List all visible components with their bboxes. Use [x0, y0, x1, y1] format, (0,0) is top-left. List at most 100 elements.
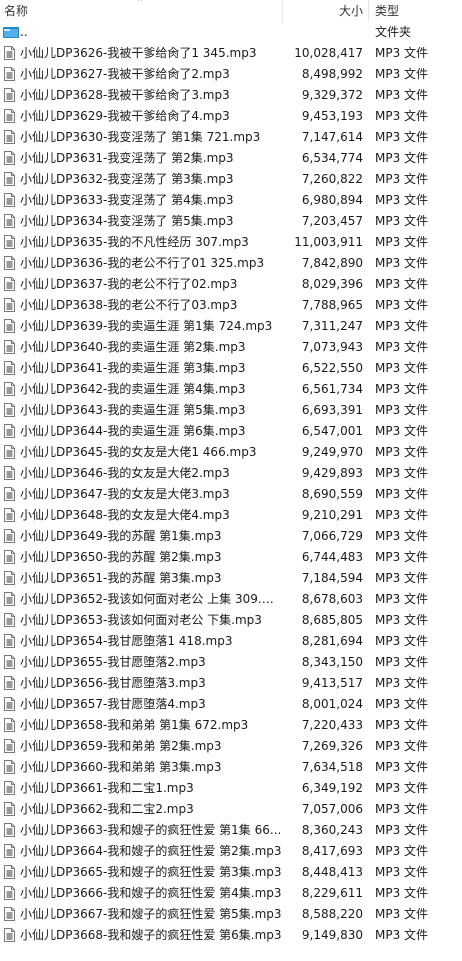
file-type: MP3 文件 — [375, 298, 429, 312]
mp3-file-icon — [4, 424, 15, 438]
file-type: MP3 文件 — [375, 109, 429, 123]
file-size: 8,029,396 — [301, 277, 363, 291]
file-row[interactable]: 小仙儿DP3628-我被干爹给肏了3.mp3 9,329,372 MP3 文件 — [0, 85, 462, 106]
file-row[interactable]: 小仙儿DP3634-我变淫荡了 第5集.mp3 7,203,457 MP3 文件 — [0, 211, 462, 232]
file-row[interactable]: 小仙儿DP3640-我的卖逼生涯 第2集.mp3 7,073,943 MP3 文… — [0, 337, 462, 358]
file-type: MP3 文件 — [375, 865, 429, 879]
mp3-file-icon — [4, 445, 15, 459]
file-row[interactable]: 小仙儿DP3641-我的卖逼生涯 第3集.mp3 6,522,550 MP3 文… — [0, 358, 462, 379]
file-name: 小仙儿DP3659-我和弟弟 第2集.mp3 — [20, 739, 222, 753]
column-divider[interactable] — [368, 0, 369, 22]
file-size: 9,429,893 — [301, 466, 363, 480]
file-name: 小仙儿DP3658-我和弟弟 第1集 672.mp3 — [20, 718, 249, 732]
file-size: 7,788,965 — [301, 298, 363, 312]
mp3-file-icon — [4, 739, 15, 753]
mp3-file-icon — [4, 886, 15, 900]
file-row[interactable]: 小仙儿DP3639-我的卖逼生涯 第1集 724.mp3 7,311,247 M… — [0, 316, 462, 337]
mp3-file-icon — [4, 550, 15, 564]
file-row[interactable]: 小仙儿DP3650-我的苏醒 第2集.mp3 6,744,483 MP3 文件 — [0, 547, 462, 568]
file-row[interactable]: 小仙儿DP3642-我的卖逼生涯 第4集.mp3 6,561,734 MP3 文… — [0, 379, 462, 400]
file-row[interactable]: 小仙儿DP3646-我的女友是大佬2.mp3 9,429,893 MP3 文件 — [0, 463, 462, 484]
file-row[interactable]: 小仙儿DP3644-我的卖逼生涯 第6集.mp3 6,547,001 MP3 文… — [0, 421, 462, 442]
file-name: 小仙儿DP3635-我的不凡性经历 307.mp3 — [20, 235, 249, 249]
mp3-file-icon — [4, 487, 15, 501]
file-row[interactable]: 小仙儿DP3656-我甘愿堕落3.mp3 9,413,517 MP3 文件 — [0, 673, 462, 694]
file-size: 6,561,734 — [301, 382, 363, 396]
file-row[interactable]: 小仙儿DP3657-我甘愿堕落4.mp3 8,001,024 MP3 文件 — [0, 694, 462, 715]
file-row[interactable]: 小仙儿DP3626-我被干爹给肏了1 345.mp3 10,028,417 MP… — [0, 43, 462, 64]
column-header-size[interactable]: 大小 — [285, 0, 363, 22]
file-row[interactable]: 小仙儿DP3666-我和嫂子的疯狂性爱 第4集.mp3 8,229,611 MP… — [0, 883, 462, 904]
file-row[interactable]: 小仙儿DP3668-我和嫂子的疯狂性爱 第6集.mp3 9,149,830 MP… — [0, 925, 462, 946]
mp3-file-icon — [4, 67, 15, 81]
file-type: MP3 文件 — [375, 382, 429, 396]
file-type: MP3 文件 — [375, 130, 429, 144]
file-name: 小仙儿DP3660-我和弟弟 第3集.mp3 — [20, 760, 222, 774]
file-row[interactable]: 小仙儿DP3632-我变淫荡了 第3集.mp3 7,260,822 MP3 文件 — [0, 169, 462, 190]
column-divider[interactable] — [282, 0, 283, 22]
parent-folder-row[interactable]: .. 文件夹 — [0, 22, 462, 43]
file-row[interactable]: 小仙儿DP3631-我变淫荡了 第2集.mp3 6,534,774 MP3 文件 — [0, 148, 462, 169]
file-type: MP3 文件 — [375, 928, 429, 942]
file-size: 7,203,457 — [301, 214, 363, 228]
mp3-file-icon — [4, 802, 15, 816]
mp3-file-icon — [4, 361, 15, 375]
file-row[interactable]: 小仙儿DP3654-我甘愿堕落1 418.mp3 8,281,694 MP3 文… — [0, 631, 462, 652]
file-row[interactable]: 小仙儿DP3627-我被干爹给肏了2.mp3 8,498,992 MP3 文件 — [0, 64, 462, 85]
file-row[interactable]: 小仙儿DP3665-我和嫂子的疯狂性爱 第3集.mp3 8,448,413 MP… — [0, 862, 462, 883]
file-row[interactable]: 小仙儿DP3638-我的老公不行了03.mp3 7,788,965 MP3 文件 — [0, 295, 462, 316]
mp3-file-icon — [4, 319, 15, 333]
file-name: 小仙儿DP3641-我的卖逼生涯 第3集.mp3 — [20, 361, 246, 375]
file-name: 小仙儿DP3645-我的女友是大佬1 466.mp3 — [20, 445, 257, 459]
file-row[interactable]: 小仙儿DP3664-我和嫂子的疯狂性爱 第2集.mp3 8,417,693 MP… — [0, 841, 462, 862]
file-size: 7,057,006 — [301, 802, 363, 816]
column-header-type[interactable]: 类型 — [375, 0, 399, 22]
file-type: MP3 文件 — [375, 508, 429, 522]
file-row[interactable]: 小仙儿DP3661-我和二宝1.mp3 6,349,192 MP3 文件 — [0, 778, 462, 799]
mp3-file-icon — [4, 340, 15, 354]
file-row[interactable]: 小仙儿DP3629-我被干爹给肏了4.mp3 9,453,193 MP3 文件 — [0, 106, 462, 127]
file-row[interactable]: 小仙儿DP3659-我和弟弟 第2集.mp3 7,269,326 MP3 文件 — [0, 736, 462, 757]
file-row[interactable]: 小仙儿DP3662-我和二宝2.mp3 7,057,006 MP3 文件 — [0, 799, 462, 820]
file-row[interactable]: 小仙儿DP3633-我变淫荡了 第4集.mp3 6,980,894 MP3 文件 — [0, 190, 462, 211]
file-row[interactable]: 小仙儿DP3635-我的不凡性经历 307.mp3 11,003,911 MP3… — [0, 232, 462, 253]
file-size: 8,229,611 — [301, 886, 363, 900]
file-row[interactable]: 小仙儿DP3630-我变淫荡了 第1集 721.mp3 7,147,614 MP… — [0, 127, 462, 148]
file-size: 9,453,193 — [301, 109, 363, 123]
file-row[interactable]: 小仙儿DP3655-我甘愿堕落2.mp3 8,343,150 MP3 文件 — [0, 652, 462, 673]
mp3-file-icon — [4, 634, 15, 648]
file-row[interactable]: 小仙儿DP3636-我的老公不行了01 325.mp3 7,842,890 MP… — [0, 253, 462, 274]
file-type: MP3 文件 — [375, 277, 429, 291]
file-type: MP3 文件 — [375, 529, 429, 543]
file-name: 小仙儿DP3647-我的女友是大佬3.mp3 — [20, 487, 230, 501]
file-size: 6,522,550 — [301, 361, 363, 375]
file-row[interactable]: 小仙儿DP3663-我和嫂子的疯狂性爱 第1集 66... 8,360,243 … — [0, 820, 462, 841]
file-row[interactable]: 小仙儿DP3649-我的苏醒 第1集.mp3 7,066,729 MP3 文件 — [0, 526, 462, 547]
parent-folder-type: 文件夹 — [375, 25, 412, 39]
column-header-name[interactable]: 名称 — [4, 0, 28, 22]
file-row[interactable]: 小仙儿DP3652-我该如何面对老公 上集 309.m... 8,678,603… — [0, 589, 462, 610]
file-name: 小仙儿DP3649-我的苏醒 第1集.mp3 — [20, 529, 222, 543]
file-name: 小仙儿DP3638-我的老公不行了03.mp3 — [20, 298, 238, 312]
file-row[interactable]: 小仙儿DP3660-我和弟弟 第3集.mp3 7,634,518 MP3 文件 — [0, 757, 462, 778]
mp3-file-icon — [4, 508, 15, 522]
file-name: 小仙儿DP3629-我被干爹给肏了4.mp3 — [20, 109, 230, 123]
file-row[interactable]: 小仙儿DP3648-我的女友是大佬4.mp3 9,210,291 MP3 文件 — [0, 505, 462, 526]
file-row[interactable]: 小仙儿DP3651-我的苏醒 第3集.mp3 7,184,594 MP3 文件 — [0, 568, 462, 589]
file-row[interactable]: 小仙儿DP3637-我的老公不行了02.mp3 8,029,396 MP3 文件 — [0, 274, 462, 295]
file-row[interactable]: 小仙儿DP3658-我和弟弟 第1集 672.mp3 7,220,433 MP3… — [0, 715, 462, 736]
file-row[interactable]: 小仙儿DP3647-我的女友是大佬3.mp3 8,690,559 MP3 文件 — [0, 484, 462, 505]
file-row[interactable]: 小仙儿DP3645-我的女友是大佬1 466.mp3 9,249,970 MP3… — [0, 442, 462, 463]
mp3-file-icon — [4, 760, 15, 774]
file-type: MP3 文件 — [375, 676, 429, 690]
mp3-file-icon — [4, 130, 15, 144]
file-size: 7,269,326 — [301, 739, 363, 753]
mp3-file-icon — [4, 235, 15, 249]
file-row[interactable]: 小仙儿DP3667-我和嫂子的疯狂性爱 第5集.mp3 8,588,220 MP… — [0, 904, 462, 925]
file-row[interactable]: 小仙儿DP3643-我的卖逼生涯 第5集.mp3 6,693,391 MP3 文… — [0, 400, 462, 421]
file-type: MP3 文件 — [375, 88, 429, 102]
file-row[interactable]: 小仙儿DP3653-我该如何面对老公 下集.mp3 8,685,805 MP3 … — [0, 610, 462, 631]
file-type: MP3 文件 — [375, 67, 429, 81]
mp3-file-icon — [4, 571, 15, 585]
mp3-file-icon — [4, 88, 15, 102]
